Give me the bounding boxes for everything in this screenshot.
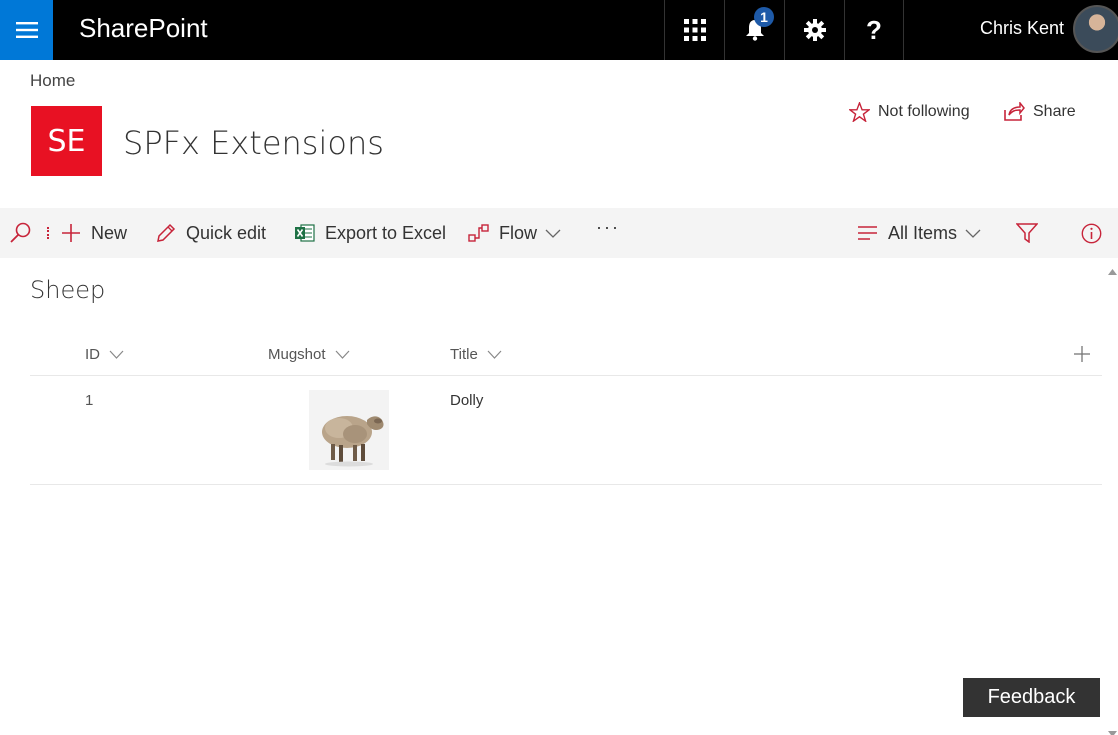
quick-edit-button[interactable]: Quick edit bbox=[156, 208, 266, 258]
hamburger-icon bbox=[15, 22, 38, 38]
chevron-down-icon bbox=[335, 350, 349, 359]
avatar[interactable] bbox=[1073, 5, 1118, 53]
follow-label: Not following bbox=[878, 103, 970, 120]
info-button[interactable] bbox=[1081, 208, 1112, 258]
column-label: Mugshot bbox=[268, 345, 326, 363]
search-icon bbox=[10, 222, 31, 243]
row-divider bbox=[30, 484, 1102, 485]
pencil-icon bbox=[157, 223, 176, 242]
share-button[interactable]: Share bbox=[1003, 100, 1076, 124]
share-label: Share bbox=[1033, 103, 1076, 120]
flow-icon bbox=[468, 224, 489, 242]
add-column-button[interactable] bbox=[1072, 344, 1092, 369]
column-header-mugshot[interactable]: Mugshot bbox=[268, 344, 350, 364]
notifications-button[interactable]: 1 bbox=[724, 0, 784, 60]
chevron-down-icon bbox=[545, 229, 561, 238]
feedback-button[interactable]: Feedback bbox=[963, 678, 1100, 717]
plus-icon bbox=[1074, 346, 1090, 362]
command-bar: New Quick edit Export to Excel Flow ··· … bbox=[0, 208, 1118, 258]
app-launcher-button[interactable] bbox=[664, 0, 724, 60]
scroll-up-arrow[interactable] bbox=[1108, 262, 1117, 280]
export-label: Export to Excel bbox=[325, 222, 447, 243]
column-header-title[interactable]: Title bbox=[450, 344, 502, 364]
triangle-down-icon bbox=[1108, 731, 1117, 735]
list-view-icon bbox=[858, 226, 877, 240]
plus-icon bbox=[62, 224, 80, 242]
help-button[interactable]: ? bbox=[844, 0, 904, 60]
settings-button[interactable] bbox=[784, 0, 844, 60]
filter-icon bbox=[1016, 223, 1038, 243]
new-label: New bbox=[91, 222, 128, 243]
waffle-icon bbox=[683, 19, 706, 41]
info-icon bbox=[1081, 223, 1102, 243]
flow-label: Flow bbox=[499, 222, 538, 243]
view-label: All Items bbox=[888, 222, 958, 243]
scroll-down-arrow[interactable] bbox=[1108, 724, 1117, 735]
new-button[interactable]: New bbox=[61, 208, 127, 258]
brand-title[interactable]: SharePoint bbox=[79, 12, 208, 44]
mugshot-image[interactable] bbox=[309, 390, 389, 470]
header-divider bbox=[30, 375, 1102, 376]
excel-icon bbox=[295, 224, 315, 242]
gear-icon bbox=[803, 19, 826, 41]
export-to-excel-button[interactable]: Export to Excel bbox=[294, 208, 446, 258]
column-header-id[interactable]: ID bbox=[85, 344, 124, 364]
triangle-up-icon bbox=[1108, 269, 1117, 275]
site-logo[interactable]: SE bbox=[31, 106, 102, 176]
column-label: Title bbox=[450, 345, 478, 363]
nav-menu-button[interactable] bbox=[0, 0, 53, 60]
sheep-image bbox=[322, 416, 384, 467]
follow-button[interactable]: Not following bbox=[849, 100, 970, 124]
notification-badge: 1 bbox=[754, 7, 774, 27]
star-icon bbox=[849, 102, 870, 122]
chevron-down-icon bbox=[965, 229, 981, 238]
chevron-down-icon bbox=[487, 350, 502, 359]
site-title[interactable]: SPFx Extensions bbox=[123, 124, 384, 162]
more-button[interactable]: ··· bbox=[596, 202, 620, 252]
search-button[interactable] bbox=[9, 208, 49, 258]
chevron-down-icon bbox=[109, 350, 124, 359]
column-label: ID bbox=[85, 345, 100, 363]
search-overflow bbox=[47, 227, 49, 239]
share-icon bbox=[1004, 102, 1025, 121]
breadcrumb[interactable]: Home bbox=[30, 71, 75, 91]
cell-id: 1 bbox=[85, 392, 94, 409]
filter-button[interactable] bbox=[1016, 208, 1048, 258]
quick-edit-label: Quick edit bbox=[186, 222, 267, 243]
flow-menu[interactable]: Flow bbox=[468, 208, 561, 258]
question-icon: ? bbox=[866, 14, 882, 45]
cell-title[interactable]: Dolly bbox=[450, 392, 483, 409]
more-icon: ··· bbox=[596, 216, 620, 237]
user-name[interactable]: Chris Kent bbox=[980, 17, 1064, 39]
view-switcher[interactable]: All Items bbox=[857, 208, 981, 258]
list-title: Sheep bbox=[30, 276, 106, 304]
suite-bar: SharePoint 1 ? Chris Kent bbox=[0, 0, 1118, 60]
